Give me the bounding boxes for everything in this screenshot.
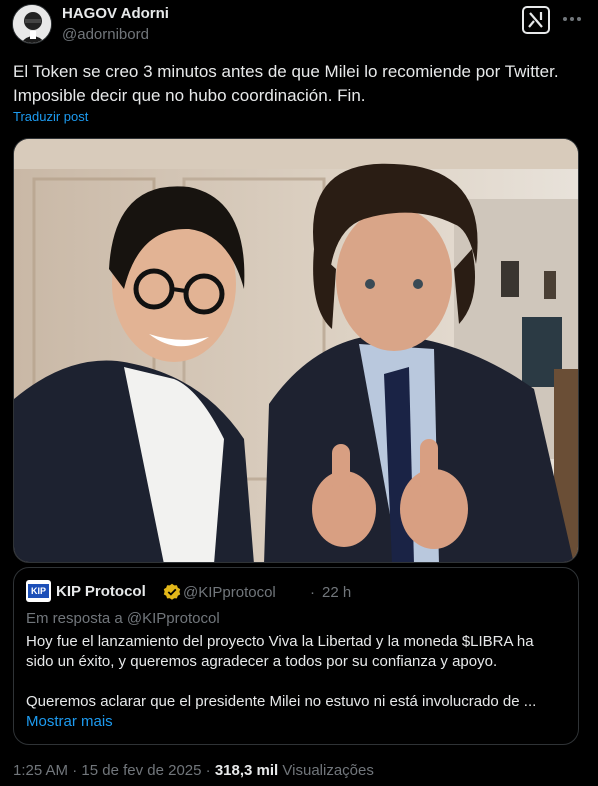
tweet: HAGOV Adorni @adornibord El Token se cre… <box>0 0 598 786</box>
author-name[interactable]: HAGOV Adorni <box>62 5 169 22</box>
views-label: Visualizações <box>282 762 374 779</box>
tweet-text-line: El Token se creo 3 minutos antes de que … <box>13 62 559 81</box>
avatar-image <box>13 5 51 43</box>
tweet-header: HAGOV Adorni @adornibord <box>12 2 588 48</box>
meta-separator: · <box>72 762 78 779</box>
post-time[interactable]: 1:25 AM <box>13 762 68 779</box>
grok-icon[interactable] <box>522 6 550 34</box>
quoted-text-line: Queremos aclarar que el presidente Milei… <box>26 693 537 710</box>
translate-link[interactable]: Traduzir post <box>13 109 88 124</box>
more-icon[interactable] <box>560 7 584 31</box>
avatar[interactable] <box>12 4 52 44</box>
verified-badge-icon <box>163 583 181 601</box>
show-more-link[interactable]: Mostrar mais <box>26 713 113 730</box>
quoted-text: Hoy fue el lanzamiento del proyecto Viva… <box>26 632 566 712</box>
quoted-text-line: sido un éxito, y queremos agradecer a to… <box>26 653 498 670</box>
tweet-text: El Token se creo 3 minutos antes de que … <box>13 60 585 108</box>
kip-logo-icon: KIP <box>26 580 51 602</box>
quoted-tweet[interactable]: KIP KIP Protocol @KIPprotocol · 22 h Em … <box>13 567 579 745</box>
quoted-reply-context: Em resposta a @KIPprotocol <box>26 610 220 627</box>
tweet-photo[interactable] <box>13 138 579 563</box>
photo-image <box>14 139 578 562</box>
author-handle[interactable]: @adornibord <box>62 26 149 43</box>
views-count: 318,3 mil <box>214 762 279 779</box>
meta-separator: · <box>205 762 211 779</box>
kip-logo-text: KIP <box>30 586 46 596</box>
tweet-text-line: Imposible decir que no hubo coordinación… <box>13 86 366 105</box>
quoted-author-name[interactable]: KIP Protocol <box>56 583 146 600</box>
tweet-meta: 1:25 AM · 15 de fev de 2025 · 318,3 mil … <box>13 762 374 779</box>
quoted-text-line: Hoy fue el lanzamiento del proyecto Viva… <box>26 633 534 650</box>
quoted-author-handle[interactable]: @KIPprotocol <box>183 584 276 601</box>
post-date[interactable]: 15 de fev de 2025 <box>81 762 201 779</box>
quoted-separator: · <box>310 584 315 601</box>
quoted-text-gap <box>26 672 566 692</box>
quoted-timestamp[interactable]: 22 h <box>322 584 351 601</box>
